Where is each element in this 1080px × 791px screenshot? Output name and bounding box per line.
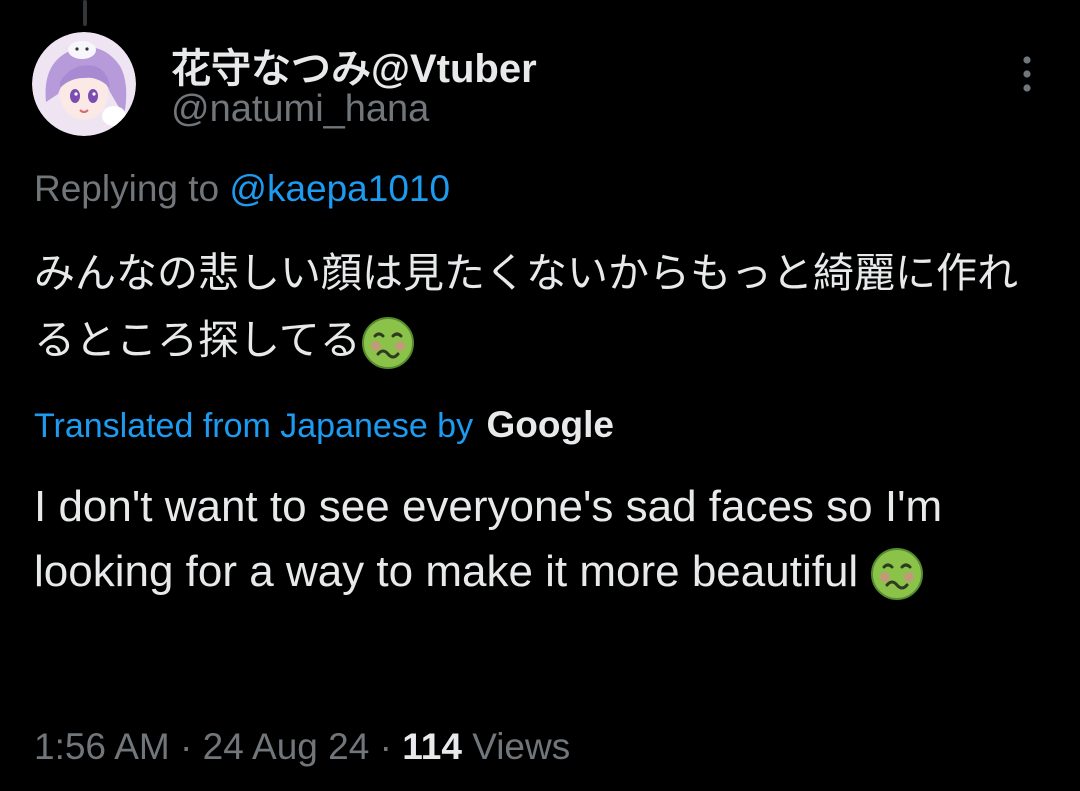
author-handle[interactable]: @natumi_hana (171, 88, 429, 131)
views-label: Views (472, 726, 571, 767)
replying-to-line: Replying to @kaepa1010 (34, 168, 450, 210)
tweet-original-text: みんなの悲しい顔は見たくないからもっと綺麗に作れるところ探してる (34, 240, 1054, 374)
more-options-icon[interactable] (1010, 52, 1044, 96)
nauseated-face-icon (871, 548, 924, 601)
views-count: 114 (402, 726, 462, 767)
avatar-image (32, 32, 136, 136)
original-text: みんなの悲しい顔は見たくないからもっと綺麗に作れるところ探してる (34, 249, 1018, 364)
google-logo: Google (486, 404, 614, 445)
translated-text: I don't want to see everyone's sad faces… (34, 482, 943, 596)
replying-to-label: Replying to (34, 168, 220, 209)
thread-connector-line (83, 0, 87, 26)
translation-attribution[interactable]: Translated from Japanese by Google (34, 404, 614, 446)
tweet-time[interactable]: 1:56 AM (34, 726, 170, 767)
nauseated-face-icon (361, 317, 414, 369)
author-display-name[interactable]: 花守なつみ@Vtuber (171, 36, 537, 94)
tweet-metadata: 1:56 AM · 24 Aug 24 · 114 Views (34, 726, 570, 768)
reply-mention-link[interactable]: @kaepa1010 (229, 168, 450, 209)
tweet-date[interactable]: 24 Aug 24 (203, 726, 370, 767)
translation-label: Translated from Japanese by (34, 407, 474, 445)
meta-separator: · (369, 726, 403, 767)
meta-separator: · (169, 726, 203, 767)
avatar[interactable] (32, 32, 136, 136)
tweet-translated-text: I don't want to see everyone's sad faces… (34, 474, 1034, 604)
